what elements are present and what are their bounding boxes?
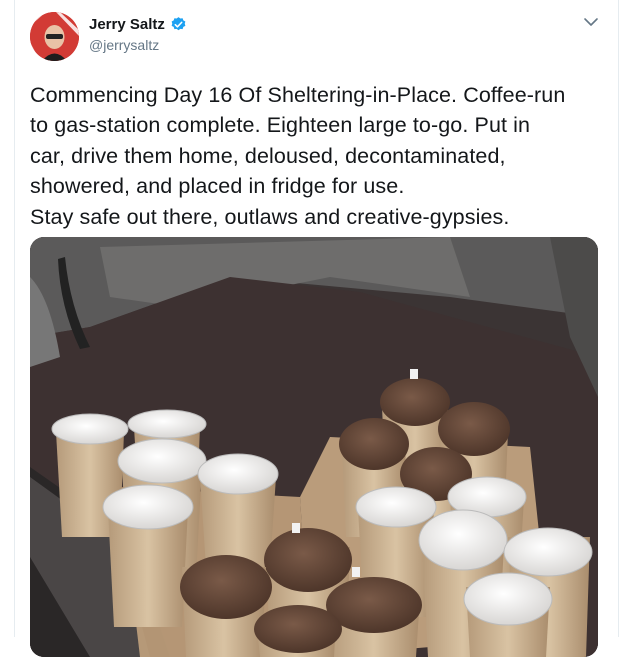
- author-name[interactable]: Jerry Saltz: [89, 16, 187, 33]
- author-handle[interactable]: @jerrysaltz: [89, 37, 159, 53]
- chevron-down-icon[interactable]: [582, 13, 600, 31]
- coffee-cup: [197, 453, 279, 567]
- coffee-cup: [254, 605, 342, 657]
- avatar-image: [30, 12, 79, 61]
- tweet-text-line: Stay safe out there, outlaws and creativ…: [30, 204, 510, 229]
- tweet-text-line: showered, and placed in fridge for use.: [30, 174, 405, 199]
- coffee-cup: [180, 555, 272, 657]
- coffee-cup: [463, 572, 553, 657]
- tweet-text-line: car, drive them home, deloused, decontam…: [30, 143, 506, 168]
- tweet-text-line: to gas-station complete. Eighteen large …: [30, 113, 531, 138]
- author-name-text[interactable]: Jerry Saltz: [89, 16, 165, 33]
- coffee-cup: [102, 484, 194, 627]
- author-avatar[interactable]: [30, 12, 79, 61]
- tweet-photo[interactable]: [30, 237, 598, 657]
- tweet-text-line: Commencing Day 16 Of Sheltering-in-Place…: [30, 83, 566, 107]
- verified-badge-icon: [171, 17, 186, 31]
- tweet-text: Commencing Day 16 Of Sheltering-in-Place…: [30, 80, 610, 232]
- coffee-cups-photo: [30, 237, 598, 657]
